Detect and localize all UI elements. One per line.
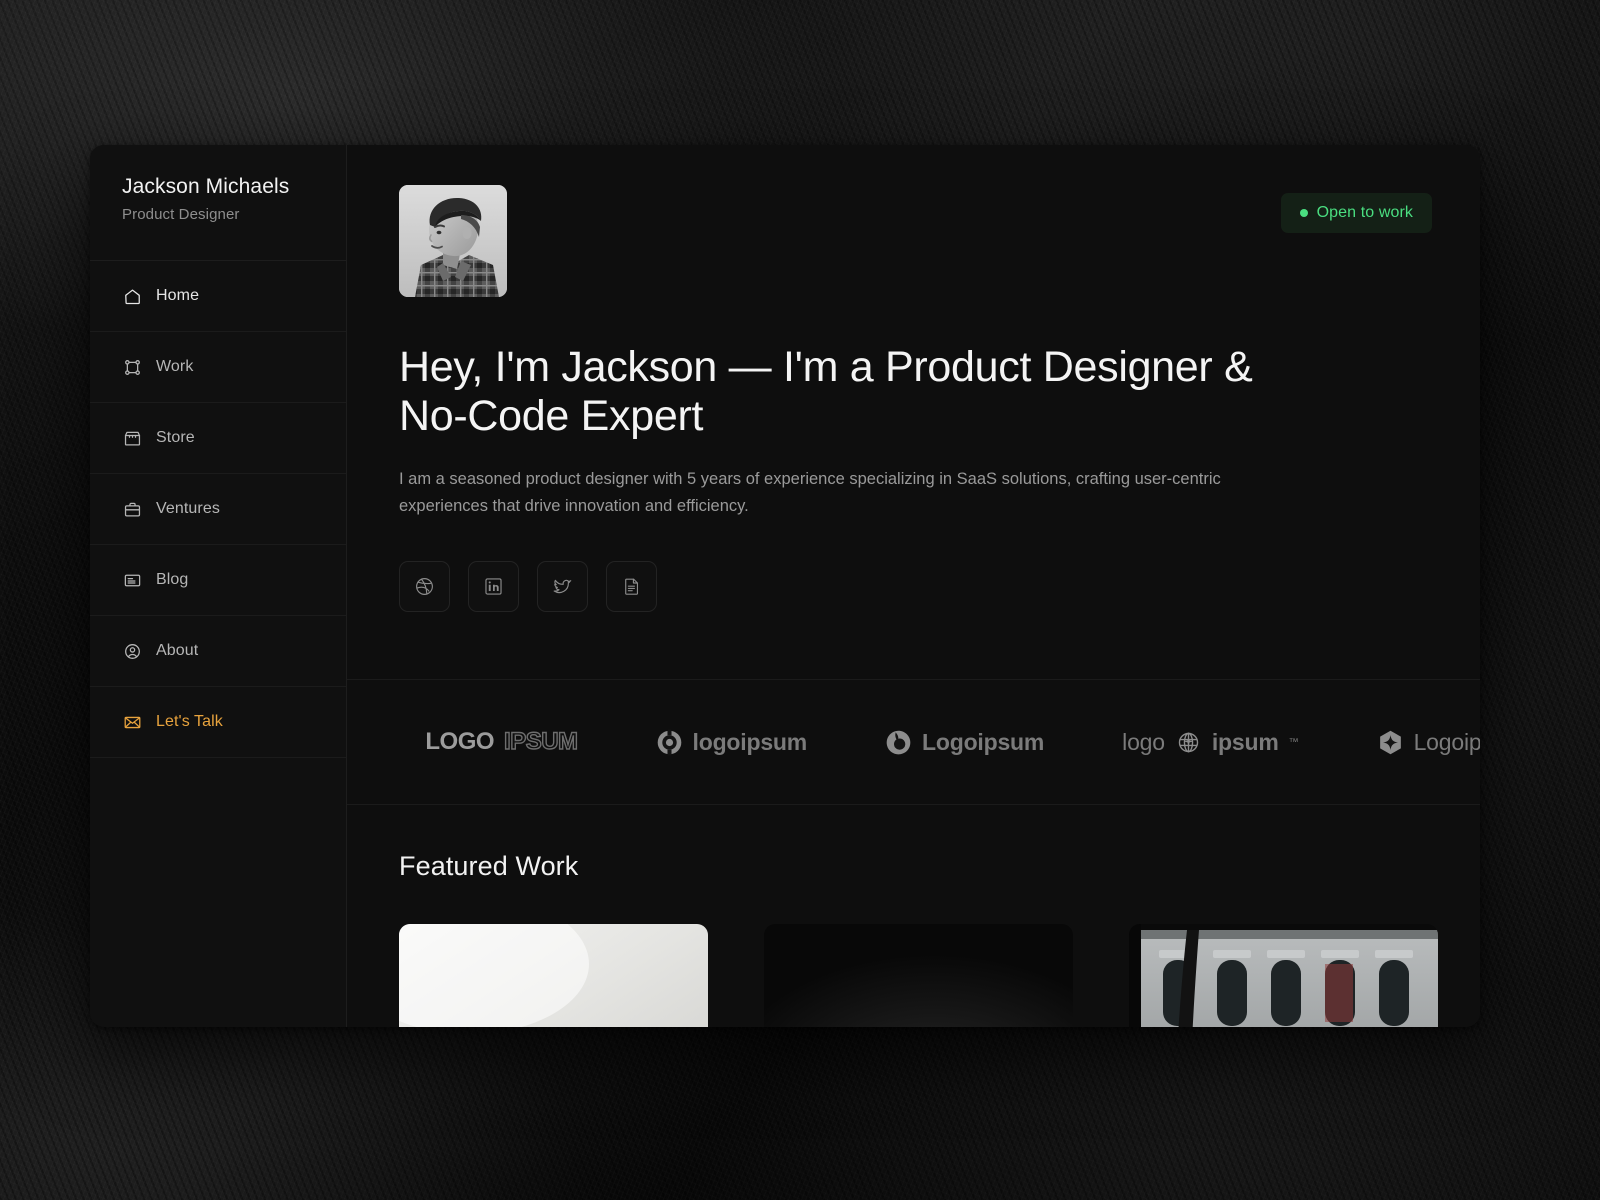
sidebar-item-store[interactable]: Store — [90, 403, 346, 474]
social-links — [399, 560, 1432, 612]
dribbble-icon — [414, 576, 435, 597]
avatar — [399, 185, 507, 297]
sidebar: Jackson Michaels Product Designer Home W… — [90, 145, 347, 1027]
article-icon — [122, 570, 142, 590]
sidebar-item-label: Blog — [156, 571, 189, 588]
logo-track: ipsum LOGO IPSUM — [347, 727, 1480, 756]
logo-item-logoipsum-split: LOGO IPSUM — [425, 727, 578, 756]
featured-work-title: Featured Work — [399, 851, 579, 881]
sidebar-item-blog[interactable]: Blog — [90, 545, 346, 616]
diamond-hex-icon — [1377, 729, 1404, 756]
sidebar-item-lets-talk[interactable]: Let's Talk — [90, 687, 346, 758]
sidebar-item-label: Ventures — [156, 500, 220, 517]
sidebar-item-label: About — [156, 642, 199, 659]
work-card-dark-product[interactable] — [764, 924, 1073, 1027]
sidebar-item-ventures[interactable]: Ventures — [90, 474, 346, 545]
sidebar-item-label: Work — [156, 358, 194, 375]
hero-section: Open to work Hey, I'm Jackson — I'm a Pr… — [347, 145, 1480, 680]
home-icon — [122, 286, 142, 306]
featured-work-cards — [399, 924, 1438, 1027]
status-dot-icon — [1299, 209, 1308, 217]
linkedin-icon — [483, 576, 504, 597]
droplet-icon — [885, 729, 912, 756]
logo-trademark: ™ — [1288, 736, 1299, 748]
logo-label-outline: IPSUM — [503, 727, 578, 755]
sidebar-item-label: Home — [156, 287, 200, 304]
logo-item-target: logoipsum — [656, 729, 807, 756]
featured-work-section: Featured Work — [347, 805, 1480, 1027]
briefcase-icon — [122, 499, 142, 519]
profile-name: Jackson Michaels — [122, 175, 290, 198]
page-title: Hey, I'm Jackson — I'm a Product Designe… — [399, 343, 1253, 440]
hero-subtitle: I am a seasoned product designer with 5 … — [399, 470, 1221, 516]
resume-icon — [621, 576, 642, 597]
sidebar-nav: Home Work Store Ventures Blog About Let'… — [90, 261, 346, 758]
logo-label: Logoipsum — [1413, 728, 1480, 755]
social-link-resume[interactable] — [606, 560, 657, 612]
social-link-dribbble[interactable] — [399, 560, 450, 612]
target-icon — [656, 729, 683, 756]
status-badge: Open to work — [1280, 193, 1432, 233]
social-link-linkedin[interactable] — [468, 560, 519, 612]
work-card-architecture[interactable] — [1129, 924, 1438, 1027]
logo-item-droplet: Logoipsum — [885, 729, 1044, 756]
logo-label: Logoipsum — [922, 728, 1045, 755]
logo-item-diamond: Logoipsum — [1377, 729, 1480, 756]
status-badge-label: Open to work — [1316, 204, 1413, 221]
work-card-phone-mockup[interactable] — [399, 924, 708, 1027]
logo-item-globe: logo ipsum ™ — [1122, 729, 1298, 756]
logo-label: logoipsum — [692, 728, 808, 755]
storefront-icon — [122, 428, 142, 448]
logo-label-2: ipsum — [1211, 728, 1279, 755]
sidebar-item-label: Let's Talk — [156, 713, 223, 730]
twitter-icon — [552, 576, 573, 597]
client-logo-strip: ipsum LOGO IPSUM — [347, 680, 1480, 805]
globe-icon — [1175, 729, 1202, 756]
portfolio-window: Jackson Michaels Product Designer Home W… — [90, 145, 1480, 1027]
social-link-twitter[interactable] — [537, 560, 588, 612]
sidebar-item-work[interactable]: Work — [90, 332, 346, 403]
sidebar-item-label: Store — [156, 429, 195, 446]
sidebar-item-about[interactable]: About — [90, 616, 346, 687]
logo-label: logo — [1122, 728, 1165, 755]
profile-role: Product Designer — [122, 206, 240, 223]
logo-label: LOGO — [425, 728, 495, 755]
envelope-icon — [122, 712, 142, 732]
sidebar-header: Jackson Michaels Product Designer — [90, 145, 346, 261]
desk-background: Jackson Michaels Product Designer Home W… — [0, 0, 1600, 1200]
sidebar-item-home[interactable]: Home — [90, 261, 346, 332]
nodes-icon — [122, 357, 142, 377]
main-content: Open to work Hey, I'm Jackson — I'm a Pr… — [347, 145, 1480, 1027]
user-circle-icon — [122, 641, 142, 661]
